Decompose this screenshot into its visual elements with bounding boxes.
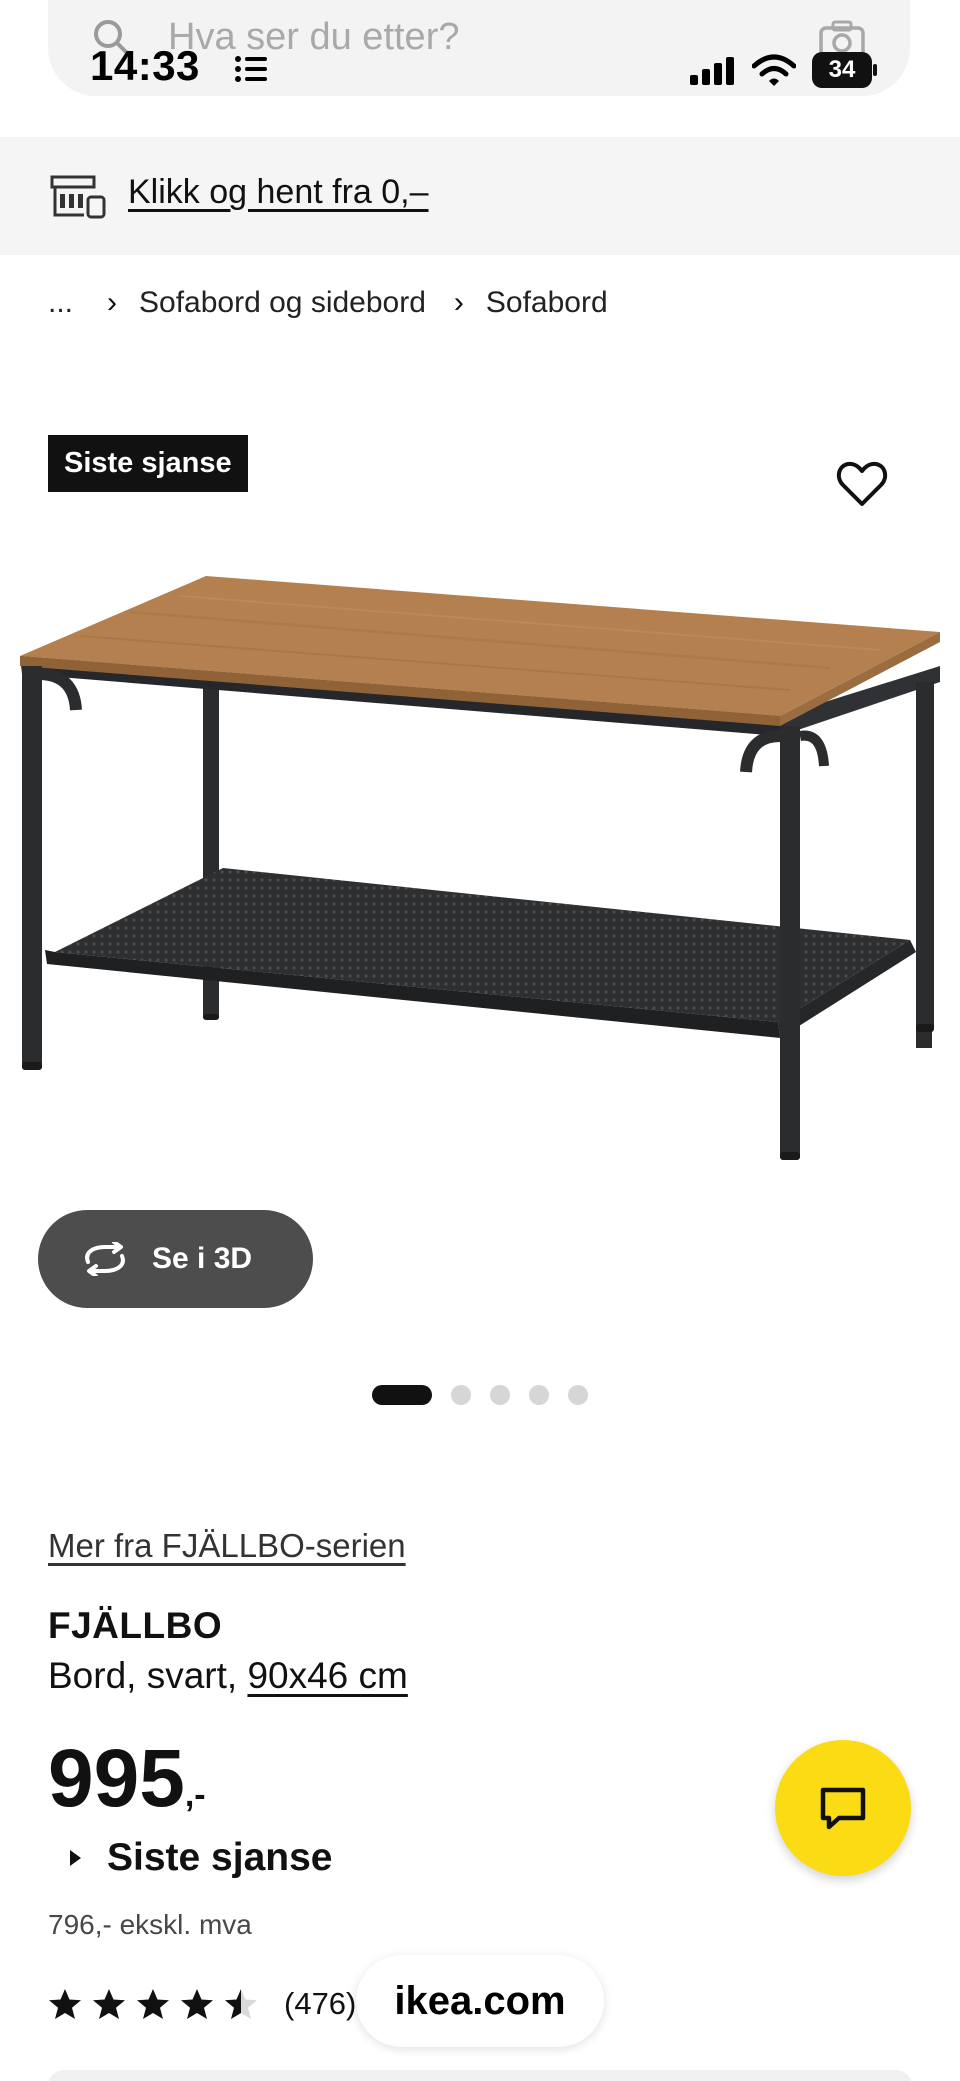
star-icon (49, 1989, 81, 2019)
view-3d-button[interactable]: Se i 3D (38, 1210, 313, 1308)
pagination-dot[interactable] (490, 1385, 510, 1405)
star-icon (93, 1989, 125, 2019)
wifi-icon (752, 54, 796, 86)
caret-right-icon (70, 1850, 81, 1866)
star-icon (137, 1989, 169, 2019)
breadcrumb-item-category[interactable]: Sofabord og sidebord (139, 286, 426, 320)
heart-icon[interactable] (836, 460, 888, 508)
size-link[interactable]: 90x46 cm (247, 1655, 407, 1696)
cellular-signal-icon (690, 57, 734, 85)
product-description: Bord, svart, 90x46 cm (48, 1655, 408, 1697)
store-icon (50, 175, 106, 219)
product-type: Bord, svart, (48, 1655, 248, 1696)
review-count: (476) (284, 1986, 357, 2021)
battery-indicator: 34 (812, 52, 877, 88)
status-time: 14:33 (90, 42, 200, 89)
breadcrumb-item-current[interactable]: Sofabord (486, 286, 608, 320)
price-value: 995 (48, 1733, 185, 1824)
product-price: 995,- (48, 1738, 206, 1820)
search-input[interactable]: Hva ser du etter? (168, 16, 459, 59)
star-icon (181, 1989, 213, 2019)
battery-level: 34 (828, 56, 856, 83)
star-half-icon (225, 1989, 257, 2019)
pagination-dot[interactable] (529, 1385, 549, 1405)
last-chance-toggle[interactable]: Siste sjanse (70, 1836, 332, 1880)
series-link[interactable]: Mer fra FJÄLLBO-serien (48, 1527, 406, 1565)
list-icon (235, 56, 267, 82)
browser-address-pill[interactable]: ikea.com (356, 1955, 604, 2047)
click-collect-link[interactable]: Klikk og hent fra 0,– (128, 173, 429, 212)
product-rating[interactable]: (476) (48, 1986, 356, 2022)
click-collect-banner[interactable]: Klikk og hent fra 0,– (0, 137, 960, 255)
chat-icon (820, 1787, 866, 1830)
product-image[interactable] (10, 540, 950, 1180)
pagination-dot[interactable] (451, 1385, 471, 1405)
breadcrumb-ellipsis[interactable]: ... (48, 286, 73, 320)
chevron-right-icon: › (107, 286, 118, 319)
last-chance-label: Siste sjanse (107, 1836, 333, 1879)
price-ex-vat: 796,- ekskl. mva (48, 1909, 252, 1940)
view-3d-label: Se i 3D (152, 1242, 253, 1275)
gallery-pagination (372, 1385, 607, 1405)
last-chance-badge: Siste sjanse (48, 435, 248, 492)
chevron-right-icon: › (453, 286, 464, 319)
price-suffix: ,- (184, 1776, 206, 1814)
rotate-3d-icon (85, 1242, 125, 1276)
bottom-sheet-edge (48, 2070, 912, 2081)
breadcrumb: ... › Sofabord og sidebord › Sofabord (48, 286, 608, 320)
pagination-dot-active[interactable] (372, 1385, 432, 1405)
chat-button[interactable] (775, 1740, 911, 1876)
pagination-dot[interactable] (568, 1385, 588, 1405)
product-name: FJÄLLBO (48, 1605, 223, 1646)
